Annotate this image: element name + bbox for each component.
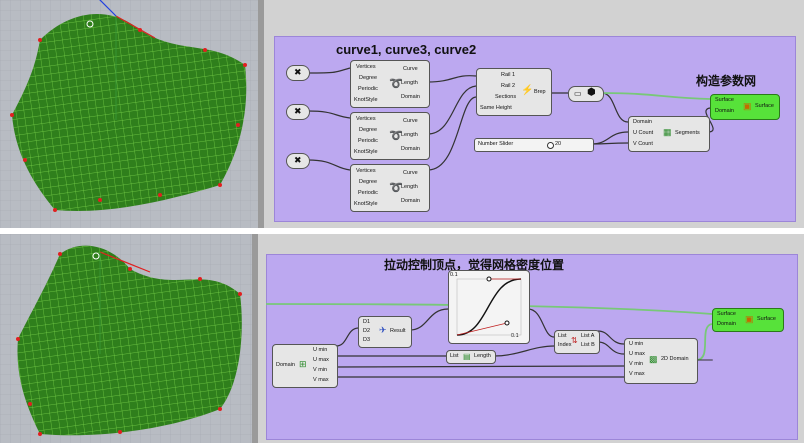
curve-icon: ➰ [389,182,403,194]
isotrim-component-bottom[interactable]: Surface Domain ▣ Surface [712,308,784,332]
port-label: Vertices [356,64,376,70]
curve-icon: ➰ [389,78,403,90]
port-label: Degree [359,127,378,133]
number-slider[interactable]: Number Slider 20 [474,138,594,152]
surface-icon: ▣ [745,314,754,324]
deconstruct-domain-component[interactable]: Domain ⊞ U min U max V min V max [272,344,338,388]
hex-icon: ⬢ [587,87,596,98]
graph-mapper[interactable]: 0.1 0.1 [448,270,530,344]
port-label: KnotStyle [354,201,378,207]
port-label: V Count [633,141,653,147]
port-label: List A [581,333,595,339]
port-label: D2 [363,328,371,334]
viewport-top[interactable] [0,0,258,228]
brep-icon: ▭ [574,89,582,98]
port-label: Brep [534,89,546,95]
port-label: V min [629,361,644,367]
point-param-1[interactable]: ✖ [286,65,310,81]
port-label: Periodic [358,190,378,196]
port-label: List [450,353,459,359]
sweep2-component[interactable]: Rail 1 Rail 2 Sections Same Height Brep … [476,68,552,116]
port-label: List B [581,342,595,348]
domain2d-icon: ▩ [649,354,658,364]
port-label: Domain [633,119,652,125]
port-label: V min [313,367,328,373]
port-label: Periodic [358,138,378,144]
curve-component-3[interactable]: Vertices Degree Periodic KnotStyle Curve… [350,164,430,212]
canvas-top[interactable]: curve1, curve3, curve2 构造参数网 ✖ ✖ ✖ Verti… [264,0,804,228]
port-label: Curve [403,66,418,72]
port-label: D3 [363,337,371,343]
port-label: V max [629,371,645,377]
slider-value: 20 [555,141,562,147]
port-label: Vertices [356,116,376,122]
port-label: Domain [715,108,734,114]
port-label: Surface [757,316,776,322]
port-label: Length [401,184,418,190]
port-label: Length [401,80,418,86]
port-label: Rail 2 [501,83,516,89]
port-label: Vertices [356,168,376,174]
port-label: Segments [675,130,700,136]
surface-preview-top [0,0,258,228]
port-label: U min [313,347,328,353]
port-label: D1 [363,319,371,325]
port-label: U Count [633,130,654,136]
port-label: Periodic [358,86,378,92]
port-label: Length [401,132,418,138]
port-label: Domain [401,94,420,100]
port-label: Domain [401,146,420,152]
curve-icon: ➰ [389,130,403,142]
port-label: Same Height [480,105,512,111]
port-label: 2D Domain [661,356,689,362]
list-icon: ▤ [463,352,471,361]
port-label: Domain [717,321,736,327]
port-label: List [558,333,567,339]
split-icon: ⇅ [571,336,578,345]
port-label: U max [313,357,329,363]
port-label: Index [558,342,572,348]
port-label: Degree [359,179,378,185]
list-length-component[interactable]: List ▤ Length [446,350,496,364]
port-label: Surface [755,103,774,109]
point-param-3[interactable]: ✖ [286,153,310,169]
wires-bottom [265,303,713,378]
port-label: V max [313,377,329,383]
curve-component-1[interactable]: Vertices Degree Periodic KnotStyle Curve… [350,60,430,108]
curve-component-2[interactable]: Vertices Degree Periodic KnotStyle Curve… [350,112,430,160]
port-label: Sections [495,94,517,100]
port-label: Domain [401,198,420,204]
point-param-2[interactable]: ✖ [286,104,310,120]
divide-icon: ▦ [663,127,672,137]
domain-icon: ⊞ [299,359,307,369]
split-list-component[interactable]: List Index ⇅ List A List B [554,330,600,354]
construct-2d-domain[interactable]: U min U max V min V max ▩ 2D Domain [624,338,698,384]
divide-domain-component[interactable]: Domain U Count V Count Segments ▦ [628,116,710,152]
viewport-bottom[interactable] [0,234,252,443]
bezier-curve [456,276,522,336]
port-label: Surface [717,311,736,317]
merge-component[interactable]: D1 D2 D3 Result ✈ [358,316,412,348]
port-label: KnotStyle [354,149,378,155]
merge-icon: ✈ [379,325,387,335]
port-label: Result [390,328,406,334]
port-label: Number Slider [478,141,514,147]
slider-handle[interactable] [547,142,554,149]
surface-icon: ▣ [743,101,752,111]
port-label: Curve [403,118,418,124]
isotrim-component-top[interactable]: Surface Domain Surface ▣ [710,94,780,120]
sweep-icon: ⚡ [521,85,534,96]
port-label: Degree [359,75,378,81]
port-label: Rail 1 [501,72,516,78]
port-label: KnotStyle [354,97,378,103]
port-label: Domain [276,362,295,368]
port-label: Length [474,353,491,359]
port-label: Surface [715,97,734,103]
canvas-bottom[interactable]: 拉动控制顶点，觉得网格密度位置 Domain ⊞ U min U max V m… [258,234,804,443]
port-label: U min [629,341,644,347]
brep-param[interactable]: ▭ ⬢ [568,86,604,102]
surface-preview-bottom [0,234,252,443]
port-label: U max [629,351,645,357]
port-label: Curve [403,170,418,176]
